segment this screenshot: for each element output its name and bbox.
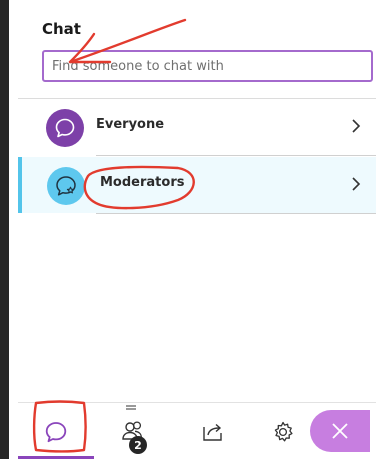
search-input[interactable] [42, 50, 373, 82]
divider [96, 213, 376, 214]
tab-settings[interactable] [258, 403, 308, 459]
chat-bubble-icon [45, 421, 67, 442]
chat-panel: Chat Everyone Moderators [18, 0, 376, 459]
chat-bubble-icon [46, 109, 84, 147]
chat-bubble-star-icon [47, 167, 85, 205]
chat-item-everyone[interactable]: Everyone [18, 99, 376, 155]
close-button[interactable] [310, 410, 370, 452]
left-edge-strip [0, 0, 9, 459]
panel-title: Chat [42, 20, 81, 38]
tab-share[interactable] [188, 403, 238, 459]
gear-icon [274, 421, 293, 441]
chat-item-moderators[interactable]: Moderators [18, 157, 376, 213]
share-icon [203, 423, 222, 441]
chevron-right-icon [352, 119, 361, 133]
chat-item-label: Moderators [100, 175, 185, 190]
tab-chat[interactable] [18, 403, 94, 459]
close-icon [332, 423, 348, 439]
divider [96, 155, 376, 156]
drag-handle-icon[interactable] [126, 405, 136, 411]
chevron-right-icon [352, 177, 361, 191]
chat-item-label: Everyone [96, 117, 165, 132]
attendee-count-badge: 2 [129, 436, 147, 454]
